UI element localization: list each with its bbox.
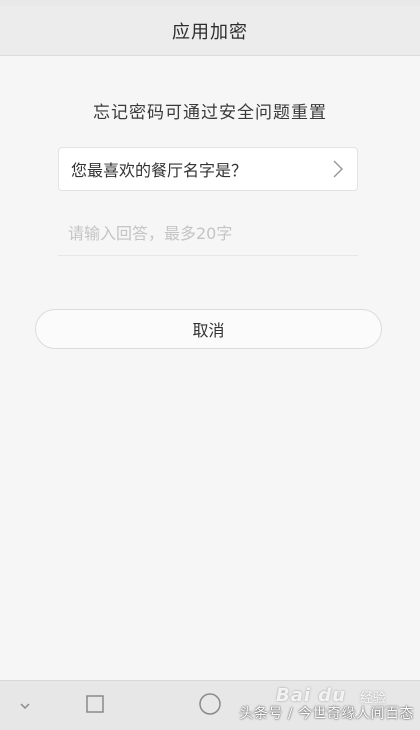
- chevron-right-icon: [331, 159, 345, 179]
- security-question-select[interactable]: 您最喜欢的餐厅名字是？: [58, 147, 358, 191]
- instruction-text: 忘记密码可通过安全问题重置: [93, 103, 327, 123]
- answer-field-wrapper: [58, 212, 358, 256]
- page-title: 应用加密: [172, 21, 248, 43]
- square-icon[interactable]: [82, 691, 108, 717]
- navigation-bar: Bai du 经验 头条号 / 今世奇缘人间百态: [0, 680, 420, 730]
- watermark-text: 头条号 / 今世奇缘人间百态: [239, 706, 414, 722]
- security-question-text: 您最喜欢的餐厅名字是？: [71, 161, 248, 180]
- app-header: 应用加密: [0, 6, 420, 56]
- answer-input[interactable]: [58, 212, 358, 255]
- cancel-button[interactable]: 取消: [35, 309, 382, 349]
- circle-icon[interactable]: [196, 690, 224, 718]
- chevron-down-icon[interactable]: [12, 693, 38, 719]
